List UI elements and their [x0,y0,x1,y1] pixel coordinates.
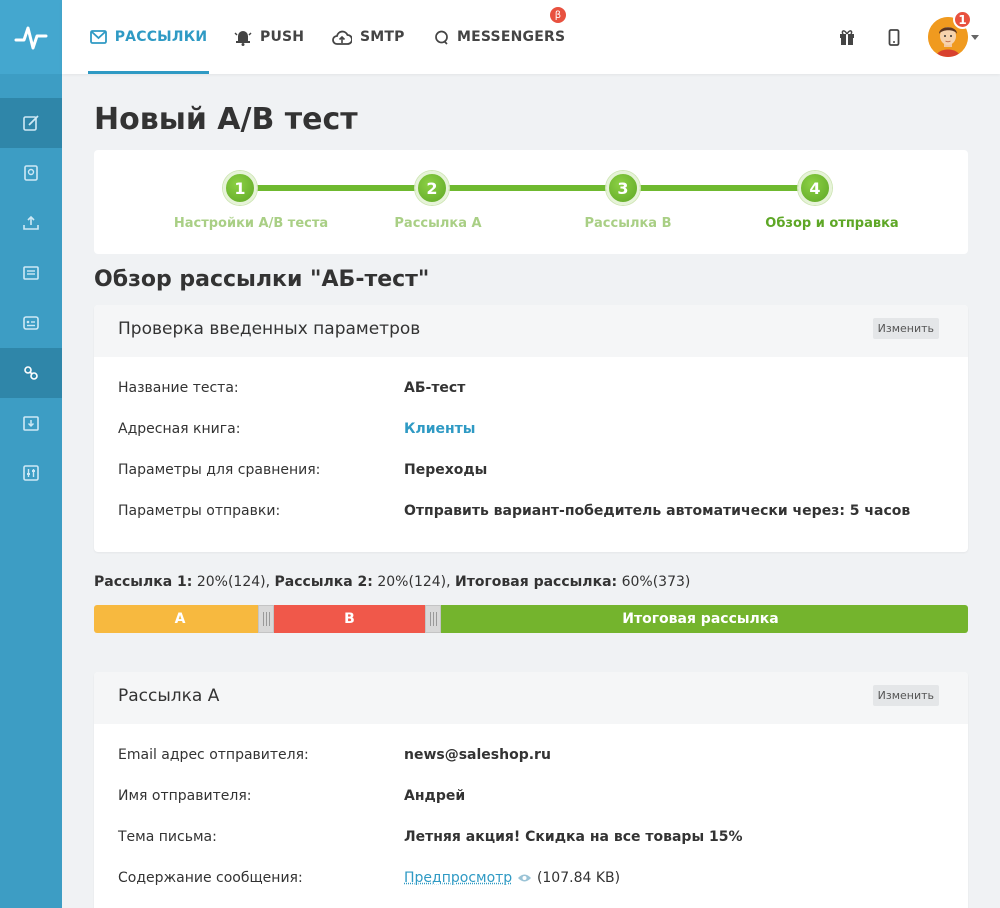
cloud-upload-icon [332,30,352,45]
row-label: Email адрес отправителя: [118,747,309,763]
automation-icon [22,314,40,332]
split-final-value: 60%(373) [622,574,691,590]
row-label: Тема письма: [118,829,217,845]
step-3-circle[interactable]: 3 [606,171,640,205]
settings-icon [22,464,40,482]
row-value: Андрей [404,788,465,804]
sidebar-item-templates[interactable] [0,248,62,298]
beta-badge: β [550,7,566,23]
preview-link[interactable]: Предпросмотр [404,870,512,886]
tab-smtp[interactable]: SMTP [332,0,405,74]
eye-icon[interactable] [517,873,532,883]
steps-connector [242,185,815,191]
edit-icon [22,114,40,132]
page-title: Новый A/B тест [94,102,358,137]
params-card: Проверка введенных параметров Изменить Н… [94,305,968,552]
tab-push[interactable]: PUSH [234,0,304,74]
gift-button[interactable] [836,26,858,48]
mail-a-card-header: Рассылка А Изменить [94,672,968,724]
row-label: Адресная книга: [118,421,240,437]
pulse-logo-icon [14,22,48,52]
tab-label: SMTP [360,29,405,45]
row-label: Имя отправителя: [118,788,251,804]
template-icon [22,264,40,282]
sidebar-item-automation[interactable] [0,298,62,348]
ab-test-icon [22,364,40,382]
steps-progress: 1 2 3 4 Настройки A/B теста Рассылка А Р… [94,150,968,254]
segment-b: B [266,605,433,633]
split-final-label: Итоговая рассылка: [455,574,617,590]
row-label: Название теста: [118,380,239,396]
chevron-down-icon[interactable] [971,35,979,40]
row-value: news@saleshop.ru [404,747,551,763]
edit-mail-a-button[interactable]: Изменить [873,685,939,706]
edit-params-button[interactable]: Изменить [873,318,939,339]
split-1-value: 20%(124) [197,574,266,590]
file-size: (107.84 KB) [537,870,620,886]
split-summary: Рассылка 1: 20%(124), Рассылка 2: 20%(12… [94,574,690,590]
upload-icon [22,214,40,232]
row-value: АБ-тест [404,380,465,396]
row-label: Содержание сообщения: [118,870,303,886]
mail-a-card: Рассылка А Изменить Email адрес отправит… [94,672,968,908]
segment-a: A [94,605,266,633]
mobile-phone-icon [888,29,900,46]
split-2-value: 20%(124) [377,574,446,590]
tab-messengers[interactable]: MESSENGERS [434,0,565,74]
row-value: Летняя акция! Скидка на все товары 15% [404,829,743,845]
step-4-label: Обзор и отправка [765,216,898,231]
step-1-label[interactable]: Настройки A/B теста [174,216,328,231]
sidebar-item-archive[interactable] [0,398,62,448]
split-handle-1[interactable] [258,605,274,633]
row-label: Параметры отправки: [118,503,280,519]
tab-label: PUSH [260,29,304,45]
separator: , [446,574,450,590]
step-3-label[interactable]: Рассылка В [584,216,671,231]
logo[interactable] [0,0,62,74]
mail-a-card-title: Рассылка А [118,686,219,706]
bell-icon [234,28,252,46]
notification-badge: 1 [953,10,972,29]
chat-icon [434,30,449,45]
params-card-title: Проверка введенных параметров [118,319,420,339]
tab-label: MESSENGERS [457,29,565,45]
sidebar-item-contacts[interactable] [0,148,62,198]
mail-icon [90,30,107,44]
step-4-circle[interactable]: 4 [798,171,832,205]
split-1-label: Рассылка 1: [94,574,192,590]
sidebar-item-settings[interactable] [0,448,62,498]
overview-title: Обзор рассылки "АБ-тест" [94,267,429,292]
contacts-icon [22,164,40,182]
row-label: Параметры для сравнения: [118,462,320,478]
tab-campaigns[interactable]: РАССЫЛКИ [88,0,209,74]
row-value: Переходы [404,462,487,478]
sidebar-item-ab-test[interactable] [0,348,62,398]
gift-icon [838,28,856,46]
split-2-label: Рассылка 2: [275,574,373,590]
separator: , [266,574,270,590]
top-navigation: РАССЫЛКИ PUSH SMTP MESSENGERS β 1 [62,0,1000,74]
step-2-label[interactable]: Рассылка А [394,216,481,231]
split-slider[interactable]: A B Итоговая рассылка [94,605,968,633]
archive-icon [22,414,40,432]
sidebar [0,0,62,908]
address-book-link[interactable]: Клиенты [404,421,475,437]
sidebar-item-upload[interactable] [0,198,62,248]
row-value: Отправить вариант-победитель автоматичес… [404,503,910,519]
segment-final: Итоговая рассылка [433,605,968,633]
params-card-header: Проверка введенных параметров Изменить [94,305,968,357]
tab-label: РАССЫЛКИ [115,29,208,45]
step-1-circle[interactable]: 1 [223,171,257,205]
split-handle-2[interactable] [425,605,441,633]
sidebar-item-campaigns[interactable] [0,98,62,148]
step-2-circle[interactable]: 2 [415,171,449,205]
mobile-button[interactable] [883,26,905,48]
row-value: Предпросмотр (107.84 KB) [404,870,620,886]
